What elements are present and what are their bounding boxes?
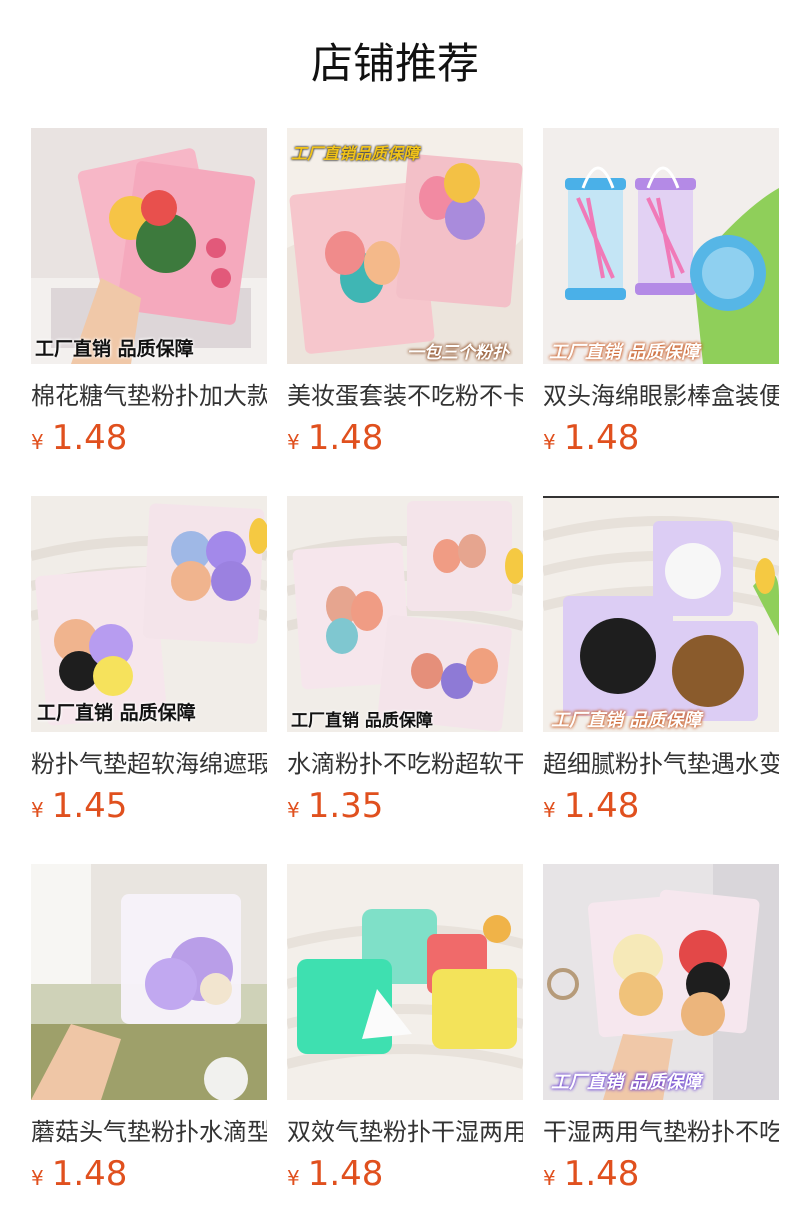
factory-badge: 工厂直销 品质保障: [549, 342, 700, 363]
product-name[interactable]: 水滴粉扑不吃粉超软干湿: [287, 744, 523, 784]
currency-symbol: ¥: [287, 430, 300, 454]
currency-symbol: ¥: [31, 430, 44, 454]
product-name[interactable]: 美妆蛋套装不吃粉不卡粉: [287, 376, 523, 416]
product-image[interactable]: [287, 864, 523, 1100]
factory-badge: 工厂直销 品质保障: [291, 711, 433, 731]
product-price: ¥1.48: [543, 414, 639, 462]
price-amount: 1.35: [307, 786, 384, 826]
product-price: ¥1.48: [287, 1150, 383, 1198]
price-amount: 1.48: [51, 418, 128, 458]
price-amount: 1.48: [51, 1154, 128, 1194]
factory-badge: 工厂直销 品质保障: [37, 702, 196, 724]
factory-badge: 工厂直销 品质保障: [35, 338, 194, 360]
product-image[interactable]: [31, 496, 267, 732]
currency-symbol: ¥: [31, 798, 44, 822]
factory-badge: 工厂直销 品质保障: [551, 710, 702, 731]
product-name[interactable]: 蘑菇头气垫粉扑水滴型: [31, 1112, 267, 1152]
price-amount: 1.48: [563, 1154, 640, 1194]
currency-symbol: ¥: [543, 430, 556, 454]
product-name[interactable]: 干湿两用气垫粉扑不吃粉: [543, 1112, 779, 1152]
product-price: ¥1.48: [31, 414, 127, 462]
product-price: ¥1.48: [31, 1150, 127, 1198]
currency-symbol: ¥: [543, 1166, 556, 1190]
product-name[interactable]: 超细腻粉扑气垫遇水变大: [543, 744, 779, 784]
product-name[interactable]: 双效气垫粉扑干湿两用: [287, 1112, 523, 1152]
product-name[interactable]: 棉花糖气垫粉扑加大款: [31, 376, 267, 416]
product-image[interactable]: [31, 864, 267, 1100]
product-name[interactable]: 粉扑气垫超软海绵遮瑕: [31, 744, 267, 784]
price-amount: 1.48: [563, 418, 640, 458]
page-title: 店铺推荐: [310, 39, 479, 88]
factory-badge: 工厂直销品质保障: [291, 144, 420, 163]
product-image[interactable]: [543, 864, 779, 1100]
factory-badge: 工厂直销 品质保障: [551, 1072, 702, 1093]
product-price: ¥1.45: [31, 782, 127, 830]
price-amount: 1.45: [51, 786, 128, 826]
pack-badge: 一包三个粉扑: [407, 343, 509, 363]
product-image[interactable]: [543, 128, 779, 364]
currency-symbol: ¥: [287, 798, 300, 822]
product-price: ¥1.48: [543, 782, 639, 830]
product-price: ¥1.48: [543, 1150, 639, 1198]
product-price: ¥1.35: [287, 782, 383, 830]
currency-symbol: ¥: [543, 798, 556, 822]
product-image[interactable]: [31, 128, 267, 364]
product-name[interactable]: 双头海绵眼影棒盒装便携: [543, 376, 779, 416]
product-image[interactable]: [287, 496, 523, 732]
product-image[interactable]: [543, 496, 779, 732]
price-amount: 1.48: [307, 418, 384, 458]
product-price: ¥1.48: [287, 414, 383, 462]
currency-symbol: ¥: [287, 1166, 300, 1190]
price-amount: 1.48: [563, 786, 640, 826]
price-amount: 1.48: [307, 1154, 384, 1194]
currency-symbol: ¥: [31, 1166, 44, 1190]
